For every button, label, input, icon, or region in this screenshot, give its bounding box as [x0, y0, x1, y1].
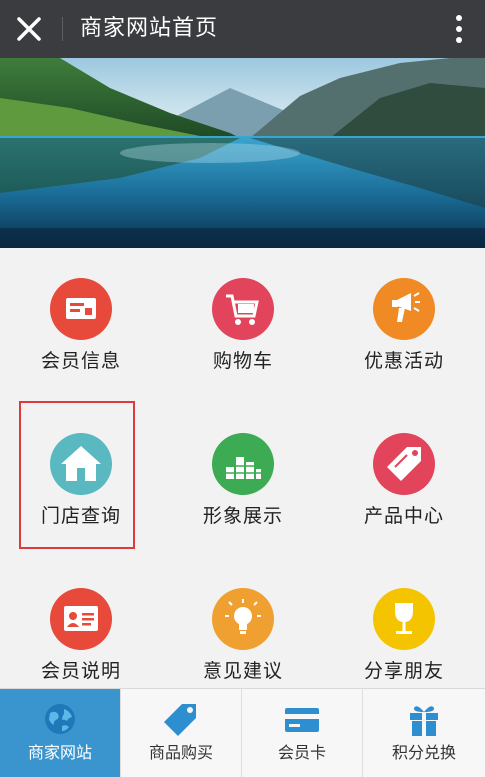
tab-label: 会员卡	[277, 743, 326, 762]
tab-product-purchase[interactable]: 商品购买	[121, 689, 242, 777]
banner-image[interactable]	[0, 58, 485, 248]
tab-label: 积分兑换	[391, 743, 456, 762]
grid-item-label: 形象展示	[202, 505, 283, 527]
grid-item-product-center[interactable]: 产品中心	[323, 403, 485, 558]
tab-points-exchange[interactable]: 积分兑换	[363, 689, 485, 777]
promotion-megaphone-icon	[373, 278, 435, 340]
grid-item-label: 购物车	[212, 350, 273, 372]
grid-item-label: 意见建议	[202, 660, 283, 682]
grid-item-label: 分享朋友	[363, 660, 444, 682]
tab-member-card[interactable]: 会员卡	[242, 689, 363, 777]
wine-glass-icon	[373, 588, 435, 650]
tag-icon	[373, 433, 435, 495]
grid-item-image-display[interactable]: 形象展示	[162, 403, 324, 558]
grid-item-member-info[interactable]: 会员信息	[0, 248, 162, 403]
grid-item-label: 优惠活动	[363, 350, 444, 372]
tab-merchant-site[interactable]: 商家网站	[0, 689, 121, 777]
id-card-icon	[50, 588, 112, 650]
close-icon[interactable]	[14, 11, 46, 47]
bottom-tab-bar: 商家网站 商品购买 会员卡 积分兑换	[0, 688, 485, 777]
grid-item-label: 会员信息	[40, 350, 121, 372]
selection-highlight	[19, 401, 135, 549]
header-divider	[62, 17, 63, 41]
more-vertical-icon[interactable]	[455, 14, 463, 46]
grid-item-cart[interactable]: 购物车	[162, 248, 324, 403]
globe-icon	[40, 699, 80, 739]
lightbulb-icon	[212, 588, 274, 650]
top-bar: 商家网站首页	[0, 0, 485, 58]
page-title: 商家网站首页	[80, 16, 219, 41]
shopping-cart-icon	[212, 278, 274, 340]
grid-item-label: 会员说明	[40, 660, 121, 682]
tab-label: 商家网站	[27, 743, 92, 762]
grid-item-promotions[interactable]: 优惠活动	[323, 248, 485, 403]
price-tag-icon	[161, 699, 201, 739]
member-card-icon	[50, 278, 112, 340]
gift-icon	[404, 699, 444, 739]
bar-blocks-icon	[212, 433, 274, 495]
credit-card-icon	[282, 699, 322, 739]
tab-label: 商品购买	[148, 743, 213, 762]
grid-item-label: 产品中心	[363, 505, 444, 527]
